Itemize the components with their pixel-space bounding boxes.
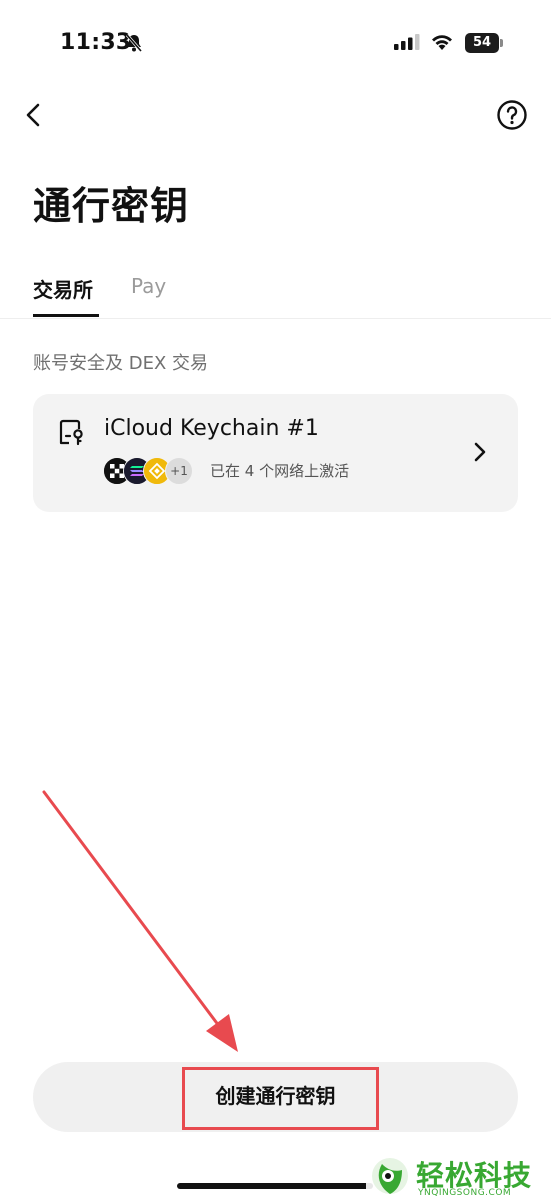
signal-icon — [394, 34, 420, 50]
annotation-highlight-box — [182, 1067, 379, 1130]
passkey-title: iCloud Keychain #1 — [104, 416, 319, 441]
status-bar: 11:33 54 — [0, 0, 551, 90]
watermark-logo — [372, 1158, 408, 1194]
status-time: 11:33 — [60, 30, 132, 55]
chevron-left-icon[interactable] — [18, 98, 52, 132]
home-indicator[interactable] — [177, 1183, 373, 1189]
wifi-icon — [432, 35, 452, 50]
more-chains-badge: +1 — [165, 457, 193, 485]
chevron-right-icon — [474, 442, 486, 462]
watermark: 轻松科技 YNQINGSONG.COM — [366, 1150, 551, 1200]
tab-pay[interactable]: Pay — [131, 274, 166, 298]
device-key-icon — [59, 419, 83, 446]
watermark-subtitle: YNQINGSONG.COM — [418, 1188, 512, 1198]
section-label: 账号安全及 DEX 交易 — [33, 353, 209, 374]
network-status: 已在 4 个网络上激活 — [210, 462, 350, 480]
chain-icons: +1 — [103, 457, 203, 485]
passkey-card[interactable]: iCloud Keychain #1 +1 已在 4 个网络上激活 — [33, 394, 518, 512]
bell-slash-icon — [125, 34, 143, 52]
question-circle-icon[interactable] — [496, 99, 528, 131]
battery-icon: 54 — [465, 33, 503, 53]
tab-exchange[interactable]: 交易所 — [33, 274, 93, 303]
page-title: 通行密钥 — [33, 184, 190, 228]
battery-cap — [500, 39, 503, 47]
battery-level: 54 — [465, 33, 499, 53]
tab-bar: 交易所 Pay — [0, 268, 551, 319]
active-tab-indicator — [33, 314, 99, 317]
